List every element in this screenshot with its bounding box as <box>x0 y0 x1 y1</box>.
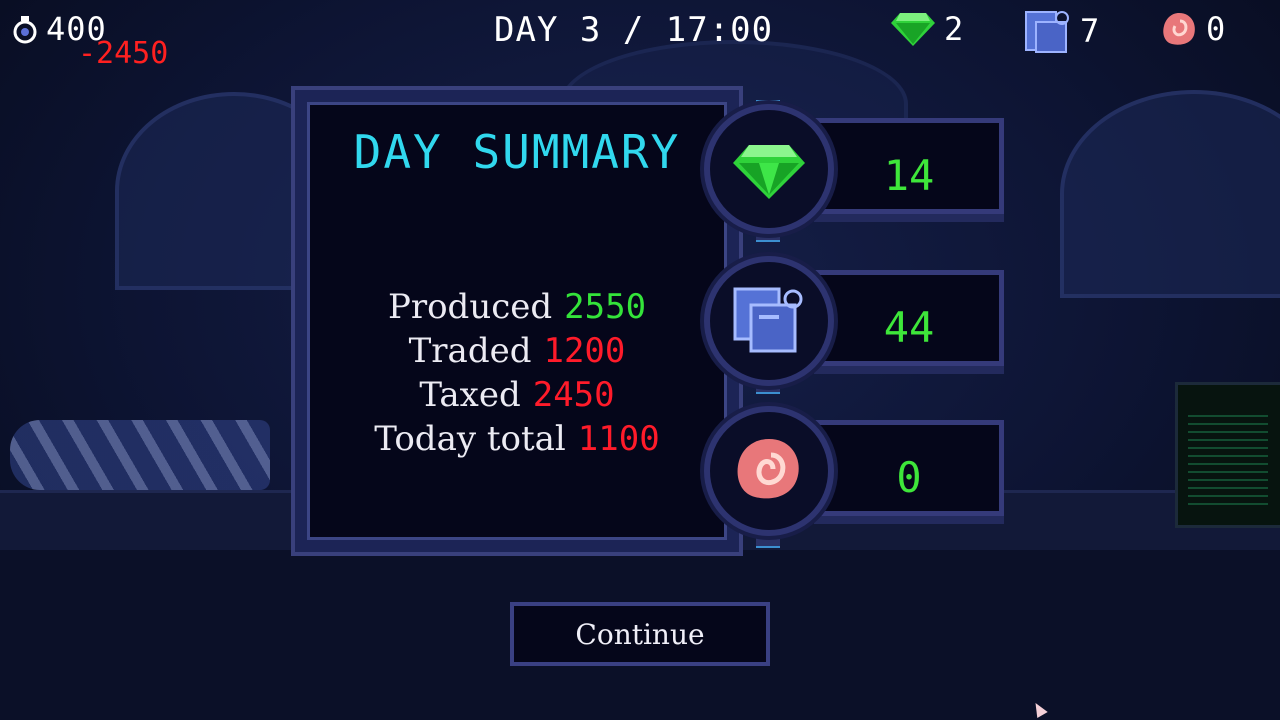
documents-icon <box>1024 8 1072 54</box>
documents-icon <box>729 279 809 363</box>
money-bag-icon <box>12 14 38 44</box>
stat-value: 2550 <box>564 287 647 327</box>
day-summary-inner: DAY SUMMARY Produced 2550 Traded 1200 Taxe… <box>307 102 727 540</box>
money-delta: -2450 <box>78 36 169 71</box>
gem-icon <box>890 11 936 47</box>
resource-row-gems: 14 <box>704 104 1006 234</box>
resource-count: 14 <box>883 151 935 200</box>
documents-count: 7 <box>1080 12 1101 50</box>
stat-value: 2450 <box>532 375 615 415</box>
gem-icon <box>729 127 809 211</box>
resource-row-shells: 0 <box>704 406 1006 536</box>
stat-row-produced: Produced 2550 <box>310 285 724 329</box>
day-summary-stats: Produced 2550 Traded 1200 Taxed 2450 Today … <box>310 285 724 461</box>
background-rolled-mat <box>10 420 270 490</box>
resource-row-documents: 44 <box>704 256 1006 386</box>
hud-shells: 0 <box>1160 10 1226 48</box>
hud-documents: 7 <box>1024 8 1100 54</box>
resource-icon-frame <box>704 406 834 536</box>
resource-icon-frame <box>704 104 834 234</box>
resource-count-plate: 14 <box>814 118 1004 214</box>
shell-icon <box>729 429 809 513</box>
game-screen: 400 -2450 DAY 3 / 17:00 2 7 0 DAY SUMMAR… <box>0 0 1280 720</box>
stat-label: Taxed <box>419 375 521 415</box>
stat-label: Produced <box>387 287 553 327</box>
day-time-display: DAY 3 / 17:00 <box>494 10 774 50</box>
stat-value: 1200 <box>543 331 626 371</box>
resource-count: 44 <box>883 303 935 352</box>
stat-value: 1100 <box>577 419 660 459</box>
gems-count: 2 <box>944 10 965 48</box>
hud-gems: 2 <box>890 10 964 48</box>
shell-icon <box>1160 11 1198 47</box>
background-terminal-screen <box>1175 382 1280 528</box>
resource-count: 0 <box>896 453 922 502</box>
connector <box>756 534 780 548</box>
resource-icon-frame <box>704 256 834 386</box>
stat-label: Today total <box>374 419 566 459</box>
resource-count-plate: 0 <box>814 420 1004 516</box>
stat-row-today-total: Today total 1100 <box>310 417 724 461</box>
shells-count: 0 <box>1206 10 1227 48</box>
continue-button[interactable]: Continue <box>510 602 770 666</box>
stat-label: Traded <box>408 331 532 371</box>
day-summary-panel: DAY SUMMARY Produced 2550 Traded 1200 Taxe… <box>291 86 743 556</box>
background-dome-right <box>1060 90 1280 298</box>
day-summary-title: DAY SUMMARY <box>353 125 681 179</box>
stat-row-traded: Traded 1200 <box>310 329 724 373</box>
stat-row-taxed: Taxed 2450 <box>310 373 724 417</box>
resource-count-plate: 44 <box>814 270 1004 366</box>
